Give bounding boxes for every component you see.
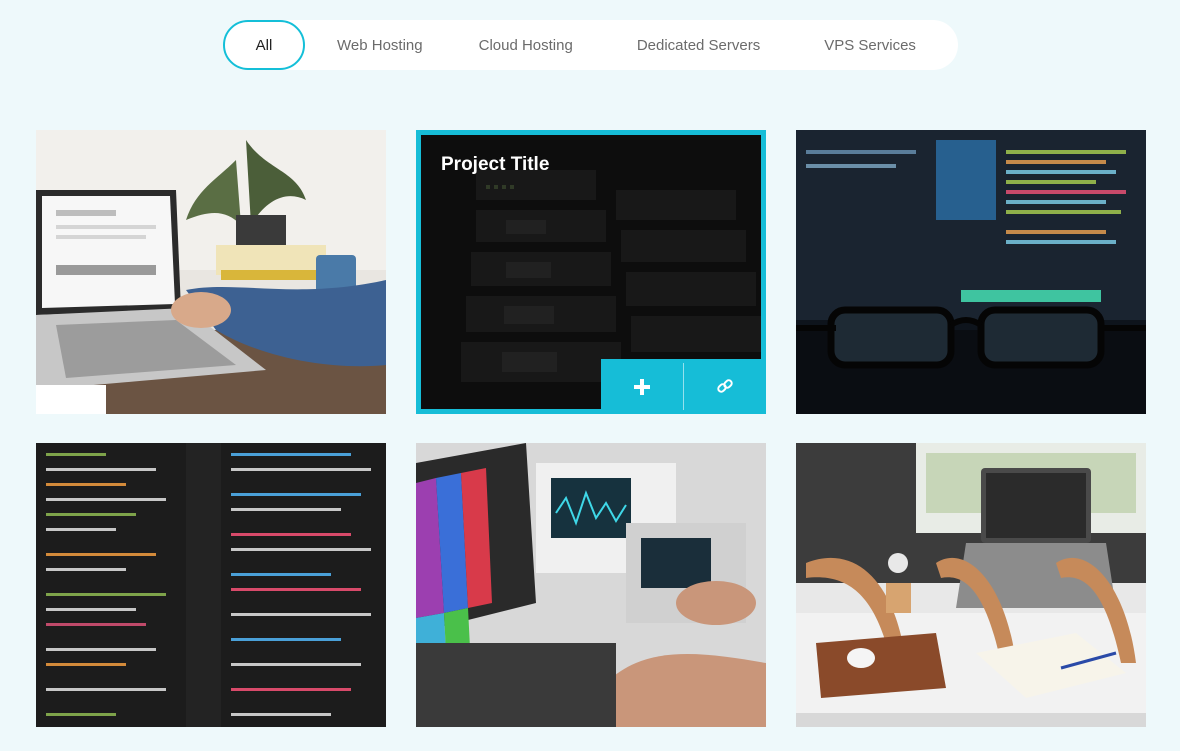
project-actions: [601, 359, 766, 414]
portfolio-item[interactable]: [796, 130, 1146, 414]
filter-web-hosting-button[interactable]: Web Hosting: [337, 20, 423, 70]
filter-cloud-hosting-button[interactable]: Cloud Hosting: [479, 20, 573, 70]
link-icon: [717, 378, 733, 393]
project-title: Project Title: [441, 154, 550, 175]
portfolio-item[interactable]: [36, 130, 386, 414]
portfolio-item[interactable]: [416, 443, 766, 727]
oscilloscope-electronics-image: [416, 443, 766, 727]
filter-vps-services-button[interactable]: VPS Services: [824, 20, 916, 70]
portfolio-filter-bar: All Web Hosting Cloud Hosting Dedicated …: [223, 20, 958, 70]
filter-dedicated-servers-button[interactable]: Dedicated Servers: [637, 20, 760, 70]
view-project-button[interactable]: [601, 359, 683, 414]
portfolio-item[interactable]: [796, 443, 1146, 727]
filter-all-button[interactable]: All: [223, 20, 305, 70]
laptop-desk-image: [796, 443, 1146, 727]
code-monitors-glasses-image: [796, 130, 1146, 414]
portfolio-item[interactable]: [36, 443, 386, 727]
open-link-button[interactable]: [684, 359, 766, 414]
code-editor-image: [36, 443, 386, 727]
portfolio-item-hovered[interactable]: Project Title: [416, 130, 766, 414]
plus-icon: [634, 378, 650, 395]
laptop-workspace-image: [36, 130, 386, 414]
